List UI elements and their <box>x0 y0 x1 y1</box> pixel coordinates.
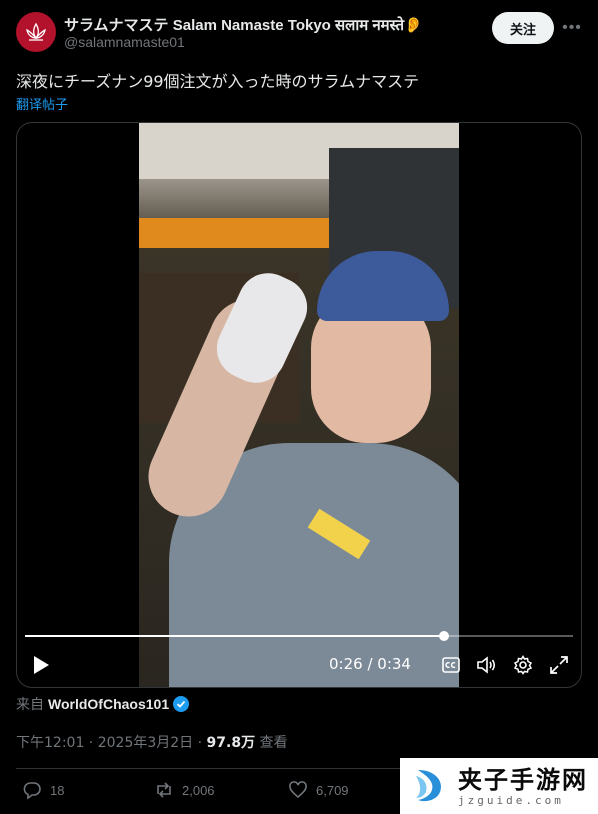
reply-icon <box>23 782 41 800</box>
video-frame[interactable] <box>139 123 459 687</box>
author-display-name[interactable]: サラムナマステ Salam Namaste Tokyo सलाम नमस्ते👂… <box>64 14 424 35</box>
action-bar: 18 2,006 6,709 <box>22 780 402 802</box>
watermark-domain: jzguide.com <box>458 793 564 807</box>
more-dots-icon[interactable]: ••• <box>562 18 582 38</box>
reply-count: 18 <box>50 782 65 798</box>
video-source: 来自 WorldOfChaos101 <box>16 694 190 714</box>
volume-icon <box>477 656 496 674</box>
reply-button[interactable]: 18 <box>22 780 64 800</box>
tweet-text: 深夜にチーズナン99個注文が入った時のサラムナマステ <box>16 72 420 91</box>
tweet-date[interactable]: 2025年3月2日 <box>98 735 193 751</box>
video-progress-fill <box>25 635 445 637</box>
captions-button[interactable] <box>437 651 465 679</box>
play-button[interactable] <box>27 651 55 679</box>
repost-count: 2,006 <box>182 782 215 798</box>
source-account-link[interactable]: WorldOfChaos101 <box>48 696 169 712</box>
views-label: 查看 <box>259 735 288 751</box>
video-duration: 0:34 <box>377 655 411 673</box>
view-count: 97.8万 <box>206 735 256 751</box>
volume-button[interactable] <box>473 651 501 679</box>
divider <box>16 768 400 769</box>
verified-badge-icon <box>173 696 190 712</box>
site-watermark: 夹子手游网 jzguide.com <box>400 758 598 814</box>
fullscreen-icon <box>550 656 568 674</box>
follow-button[interactable]: 关注 <box>492 12 554 44</box>
like-count: 6,709 <box>316 782 349 798</box>
heart-icon <box>289 781 307 799</box>
tweet-header: サラムナマステ Salam Namaste Tokyo सलाम नमस्ते👂… <box>16 12 582 52</box>
watermark-title: 夹子手游网 <box>458 765 588 794</box>
like-button[interactable]: 6,709 <box>288 780 349 800</box>
watermark-logo-icon <box>416 770 442 802</box>
settings-button[interactable] <box>509 651 537 679</box>
video-time-separator: / <box>362 655 378 673</box>
play-icon <box>34 656 49 674</box>
video-current-time: 0:26 <box>329 655 363 673</box>
tweet-meta: 下午12:01 · 2025年3月2日 · 97.8万 查看 <box>16 732 288 752</box>
meta-separator: · <box>193 735 207 751</box>
translate-post-link[interactable]: 翻译帖子 <box>16 94 68 113</box>
source-label: 来自 <box>16 697 44 713</box>
video-player[interactable]: 0:26 / 0:34 <box>16 122 582 688</box>
tweet-time[interactable]: 下午12:01 <box>16 735 84 751</box>
meta-separator: · <box>84 735 98 751</box>
repost-button[interactable]: 2,006 <box>154 780 215 800</box>
author-handle[interactable]: @salamnamaste01 <box>64 34 185 50</box>
video-progress-bar[interactable] <box>25 631 573 641</box>
fullscreen-button[interactable] <box>545 651 573 679</box>
captions-icon <box>442 657 460 673</box>
video-scene-shelf <box>139 218 329 248</box>
avatar[interactable] <box>16 12 56 52</box>
lotus-icon <box>26 22 46 41</box>
settings-icon <box>513 655 533 675</box>
video-time: 0:26 / 0:34 <box>329 655 411 673</box>
repost-icon <box>157 782 171 798</box>
